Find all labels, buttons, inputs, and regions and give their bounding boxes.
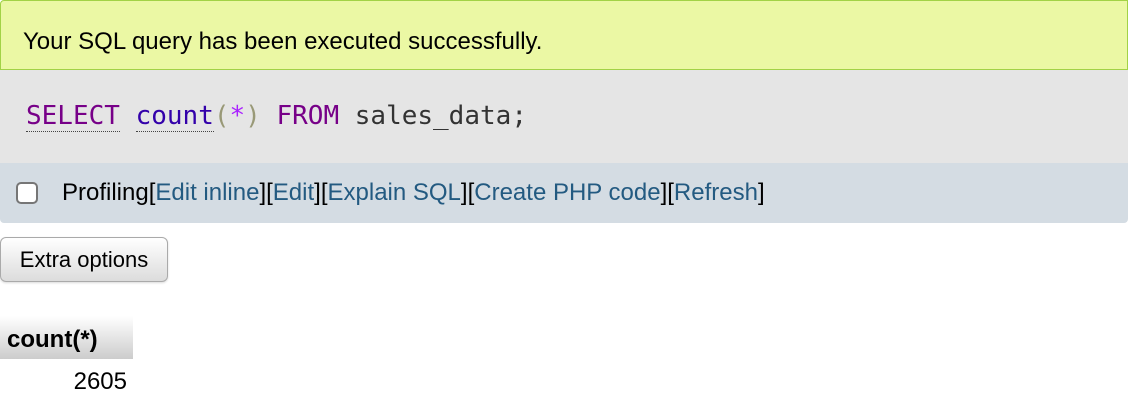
profiling-checkbox[interactable] (16, 182, 38, 204)
bracket-open: [ (148, 179, 156, 206)
table-cell-count: 2605 (73, 367, 127, 395)
bracket-open: [ (266, 179, 273, 206)
bracket-close: ] (460, 179, 468, 206)
result-table: count(*) 2605 (0, 316, 133, 404)
bracket-open: [ (467, 179, 475, 206)
sql-query-display: SELECT count(*) FROM sales_data; (0, 70, 1128, 163)
sql-semicolon: ; (511, 101, 527, 131)
explain-sql-link[interactable]: Explain SQL (328, 179, 461, 207)
sql-paren-close: ) (245, 101, 261, 131)
edit-link[interactable]: Edit (273, 179, 314, 207)
success-message-text: Your SQL query has been executed success… (23, 28, 543, 55)
bracket-open: [ (667, 179, 674, 206)
sql-function-count[interactable]: count (135, 101, 214, 132)
bracket-open: [ (320, 179, 328, 206)
sql-keyword-select[interactable]: SELECT (26, 101, 120, 132)
edit-inline-link[interactable]: Edit inline (155, 179, 259, 207)
sql-table-name: sales_data (354, 101, 512, 131)
table-row: 2605 (0, 359, 133, 404)
query-actions-bar: Profiling [ Edit inline ] [ Edit ] [ Exp… (0, 163, 1128, 223)
profiling-label[interactable]: Profiling (62, 179, 149, 207)
column-header-count[interactable]: count(*) (0, 316, 133, 359)
success-message: Your SQL query has been executed success… (0, 0, 1128, 70)
extra-options-button[interactable]: Extra options (0, 237, 168, 282)
bracket-close: ] (314, 179, 321, 206)
result-header-row: count(*) (0, 316, 133, 359)
bracket-close: ] (259, 179, 267, 206)
sql-paren-open: ( (213, 101, 230, 131)
refresh-link[interactable]: Refresh (674, 179, 758, 207)
sql-keyword-from: FROM (276, 101, 340, 131)
bracket-close: ] (757, 179, 765, 206)
bracket-close: ] (660, 179, 668, 206)
sql-star: * (229, 101, 246, 131)
create-php-code-link[interactable]: Create PHP code (474, 179, 660, 207)
